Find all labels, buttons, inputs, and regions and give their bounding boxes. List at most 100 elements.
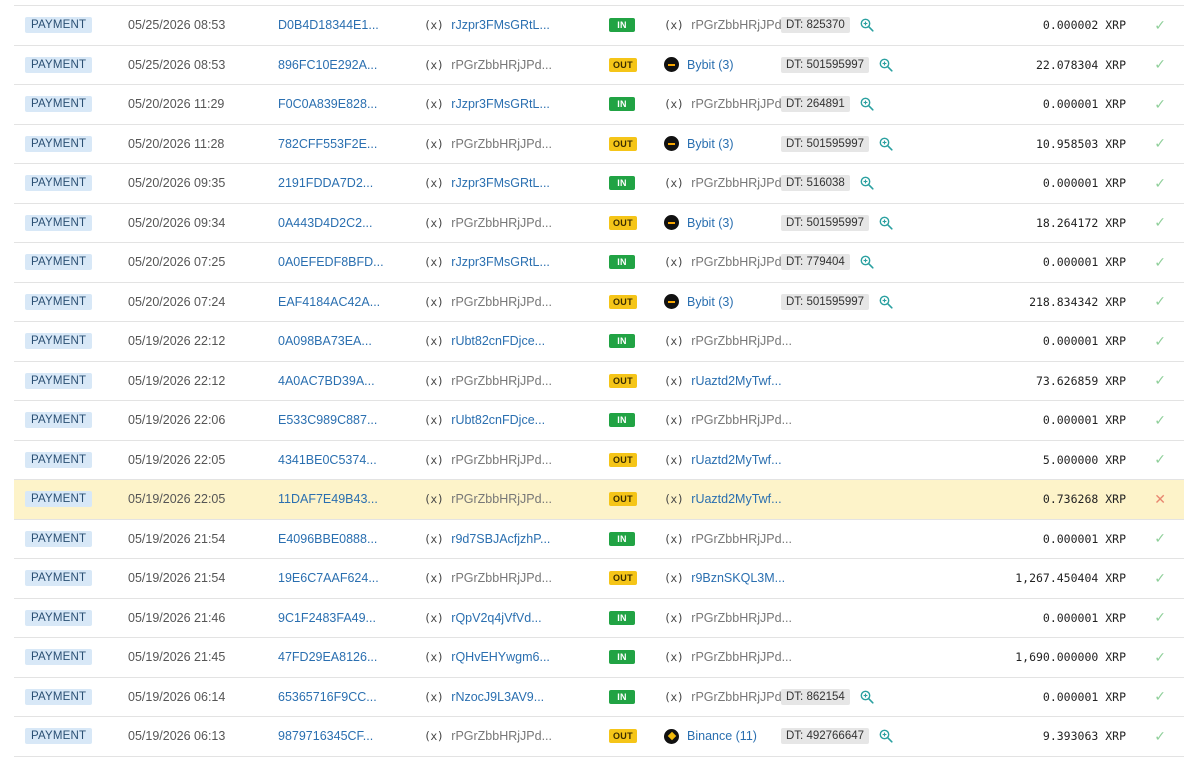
transaction-type-badge: PAYMENT xyxy=(25,214,93,231)
table-row[interactable]: PAYMENT 05/20/2026 11:28 782CFF553F2E... (x… xyxy=(14,124,1184,164)
success-check-icon: ✓ xyxy=(1154,451,1166,468)
from-address[interactable]: rUbt82cnFDjce... xyxy=(451,413,545,427)
transaction-hash-link[interactable]: 9879716345CF... xyxy=(278,717,373,756)
transaction-hash-link[interactable]: D0B4D18344E1... xyxy=(278,6,379,45)
transaction-hash-link[interactable]: 0A0EFEDF8BFD... xyxy=(278,243,384,282)
zoom-in-icon[interactable] xyxy=(860,255,874,269)
unknown-address-icon: (x) xyxy=(664,373,684,388)
transaction-hash-link[interactable]: 65365716F9CC... xyxy=(278,678,377,717)
unknown-address-icon: (x) xyxy=(424,729,444,744)
transaction-hash-link[interactable]: 11DAF7E49B43... xyxy=(278,480,378,519)
zoom-in-icon[interactable] xyxy=(879,729,893,743)
table-row[interactable]: PAYMENT 05/20/2026 09:35 2191FDDA7D2... (x)… xyxy=(14,164,1184,204)
table-row[interactable]: PAYMENT 05/19/2026 06:13 9879716345CF... (x… xyxy=(14,717,1184,757)
table-row[interactable]: PAYMENT 05/19/2026 21:46 9C1F2483FA49... (x… xyxy=(14,598,1184,638)
transaction-hash-link[interactable]: 0A443D4D2C2... xyxy=(278,204,373,243)
transaction-hash-link[interactable]: 782CFF553F2E... xyxy=(278,125,377,164)
transaction-hash-link[interactable]: 9C1F2483FA49... xyxy=(278,599,376,638)
table-row[interactable]: PAYMENT 05/25/2026 08:53 896FC10E292A... (x… xyxy=(14,45,1184,85)
transaction-hash-link[interactable]: F0C0A839E828... xyxy=(278,85,377,124)
direction-cell: IN xyxy=(609,6,635,45)
unknown-address-icon: (x) xyxy=(424,18,444,33)
direction-badge: OUT xyxy=(609,373,637,388)
table-row[interactable]: PAYMENT 05/19/2026 22:12 4A0AC7BD39A... (x)… xyxy=(14,361,1184,401)
to-address: rPGrZbbHRjJPd... xyxy=(691,255,792,270)
table-row[interactable]: PAYMENT 05/20/2026 07:25 0A0EFEDF8BFD... (x… xyxy=(14,243,1184,283)
from-address[interactable]: rJzpr3FMsGRtL... xyxy=(451,255,550,269)
from-address[interactable]: rNzocJ9L3AV9... xyxy=(451,690,544,704)
to-address-cell: Bybit (3) xyxy=(664,125,734,164)
type-cell: PAYMENT xyxy=(25,322,93,361)
type-cell: PAYMENT xyxy=(25,480,93,519)
table-row[interactable]: PAYMENT 05/20/2026 11:29 F0C0A839E828... (x… xyxy=(14,85,1184,125)
zoom-in-icon[interactable] xyxy=(860,18,874,32)
zoom-in-icon[interactable] xyxy=(860,176,874,190)
amount: 0.000001 XRP xyxy=(1042,413,1126,428)
from-address[interactable]: rJzpr3FMsGRtL... xyxy=(451,97,550,111)
direction-cell: OUT xyxy=(609,362,637,401)
success-check-icon: ✓ xyxy=(1154,95,1166,112)
to-address-cell: (x) rUaztd2MyTwf... xyxy=(664,441,782,480)
from-address[interactable]: r9d7SBJAcfjzhP... xyxy=(451,532,550,546)
success-check-icon: ✓ xyxy=(1154,332,1166,349)
direction-badge: IN xyxy=(609,97,635,112)
to-address[interactable]: rUaztd2MyTwf... xyxy=(691,492,781,506)
transaction-hash-link[interactable]: EAF4184AC42A... xyxy=(278,283,380,322)
zoom-in-icon[interactable] xyxy=(860,690,874,704)
transaction-hash-link[interactable]: 47FD29EA8126... xyxy=(278,638,377,677)
direction-badge: OUT xyxy=(609,729,637,744)
table-row[interactable]: PAYMENT 05/19/2026 21:54 19E6C7AAF624... (x… xyxy=(14,559,1184,599)
unknown-address-icon: (x) xyxy=(424,492,444,507)
transaction-hash-link[interactable]: 19E6C7AAF624... xyxy=(278,559,379,598)
table-row[interactable]: PAYMENT 05/20/2026 07:24 EAF4184AC42A... (x… xyxy=(14,282,1184,322)
zoom-in-icon[interactable] xyxy=(879,216,893,230)
table-row[interactable]: PAYMENT 05/25/2026 08:53 D0B4D18344E1... (x… xyxy=(14,6,1184,46)
destination-tag: DT: 825370 xyxy=(781,17,850,34)
to-address[interactable]: r9BznSKQL3M... xyxy=(691,571,785,585)
to-address-cell: (x) rPGrZbbHRjJPd... xyxy=(664,322,792,361)
transaction-hash-link[interactable]: 4341BE0C5374... xyxy=(278,441,377,480)
to-address: rPGrZbbHRjJPd... xyxy=(691,650,792,665)
transaction-hash-link[interactable]: E533C989C887... xyxy=(278,401,377,440)
from-address[interactable]: rQHvEHYwgm6... xyxy=(451,650,550,664)
transaction-hash-link[interactable]: 4A0AC7BD39A... xyxy=(278,362,375,401)
table-row[interactable]: PAYMENT 05/19/2026 06:14 65365716F9CC... (x… xyxy=(14,677,1184,717)
to-address[interactable]: Bybit (3) xyxy=(687,137,734,151)
zoom-in-icon[interactable] xyxy=(879,58,893,72)
table-row[interactable]: PAYMENT 05/19/2026 22:12 0A098BA73EA... (x)… xyxy=(14,322,1184,362)
table-row[interactable]: PAYMENT 05/19/2026 22:05 4341BE0C5374... (x… xyxy=(14,440,1184,480)
from-address[interactable]: rQpV2q4jVfVd... xyxy=(451,611,541,625)
from-address-cell: (x) rJzpr3FMsGRtL... xyxy=(424,164,550,203)
from-address[interactable]: rJzpr3FMsGRtL... xyxy=(451,18,550,32)
unknown-address-icon: (x) xyxy=(424,294,444,309)
transaction-hash-link[interactable]: 896FC10E292A... xyxy=(278,46,377,85)
table-row[interactable]: PAYMENT 05/19/2026 22:06 E533C989C887... (x… xyxy=(14,401,1184,441)
from-address[interactable]: rJzpr3FMsGRtL... xyxy=(451,176,550,190)
direction-cell: OUT xyxy=(609,717,637,756)
zoom-in-icon[interactable] xyxy=(879,295,893,309)
to-address[interactable]: Bybit (3) xyxy=(687,58,734,72)
transaction-hash-link[interactable]: 0A098BA73EA... xyxy=(278,322,372,361)
to-address[interactable]: rUaztd2MyTwf... xyxy=(691,374,781,388)
from-address-cell: (x) rPGrZbbHRjJPd... xyxy=(424,717,552,756)
to-address[interactable]: rUaztd2MyTwf... xyxy=(691,453,781,467)
to-address[interactable]: Bybit (3) xyxy=(687,216,734,230)
table-row[interactable]: PAYMENT 05/19/2026 21:45 47FD29EA8126... (x… xyxy=(14,638,1184,678)
from-address[interactable]: rUbt82cnFDjce... xyxy=(451,334,545,348)
transaction-hash-link[interactable]: 2191FDDA7D2... xyxy=(278,164,373,203)
failure-cross-icon: ✕ xyxy=(1154,490,1166,507)
table-row[interactable]: PAYMENT 05/19/2026 22:05 11DAF7E49B43... (x… xyxy=(14,480,1184,520)
transaction-type-badge: PAYMENT xyxy=(25,649,93,666)
to-address[interactable]: Binance (11) xyxy=(687,729,757,743)
transaction-type-badge: PAYMENT xyxy=(25,17,93,34)
type-cell: PAYMENT xyxy=(25,559,93,598)
zoom-in-icon[interactable] xyxy=(860,97,874,111)
to-address: rPGrZbbHRjJPd... xyxy=(691,97,792,112)
destination-tag: DT: 501595997 xyxy=(781,135,870,152)
table-row[interactable]: PAYMENT 05/20/2026 09:34 0A443D4D2C2... (x)… xyxy=(14,203,1184,243)
transaction-hash-link[interactable]: E4096BBE0888... xyxy=(278,520,377,559)
zoom-in-icon[interactable] xyxy=(879,137,893,151)
table-row[interactable]: PAYMENT 05/19/2026 21:54 E4096BBE0888... (x… xyxy=(14,519,1184,559)
to-address[interactable]: Bybit (3) xyxy=(687,295,734,309)
from-address-cell: (x) rQHvEHYwgm6... xyxy=(424,638,550,677)
